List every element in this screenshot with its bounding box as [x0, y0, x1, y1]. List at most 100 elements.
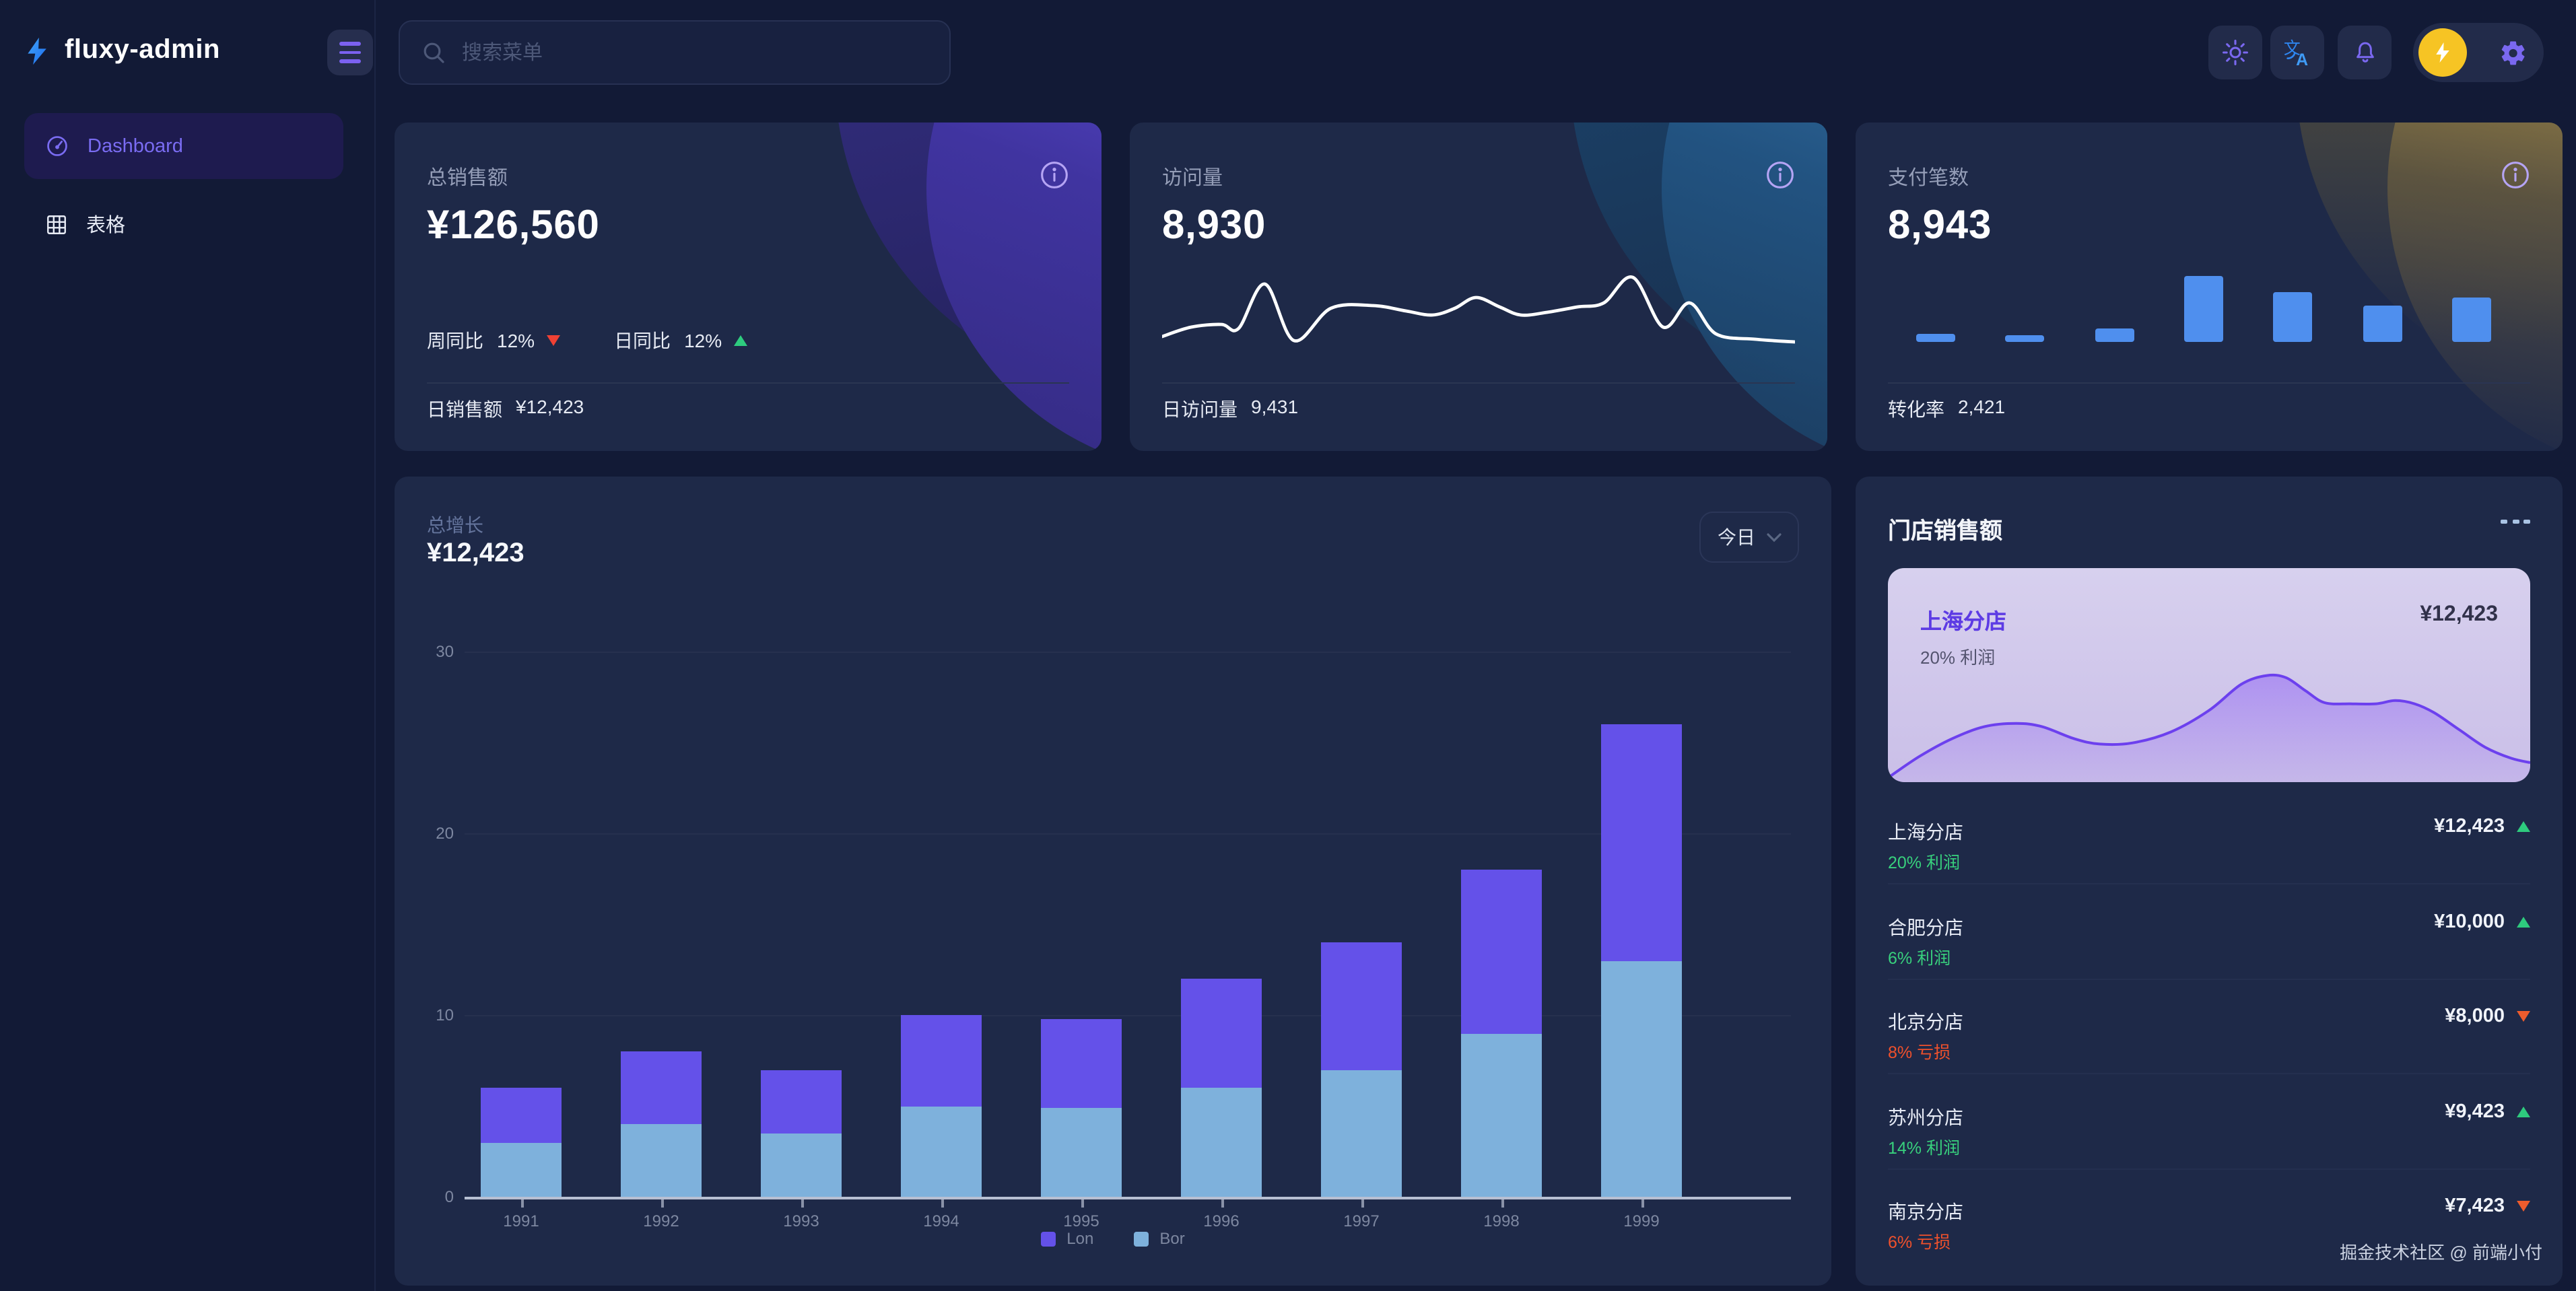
sidebar-item-label: Dashboard: [88, 135, 183, 157]
card-value: ¥126,560: [427, 203, 600, 249]
info-icon[interactable]: [1040, 160, 1069, 190]
bar-segment-bor: [901, 1106, 982, 1197]
mini-bar: [2273, 292, 2312, 342]
sidebar-item-dashboard[interactable]: Dashboard: [24, 113, 343, 179]
search-icon: [421, 40, 446, 65]
day-compare-label: 日同比: [614, 327, 671, 354]
trend-icon: [2517, 917, 2530, 928]
x-axis-tick: [1361, 1199, 1363, 1208]
day-compare-value: 12%: [684, 330, 722, 351]
brand-logo: fluxy-admin: [23, 35, 220, 66]
mini-bar: [2363, 305, 2402, 342]
x-axis-tick: [661, 1199, 663, 1208]
divider: [1888, 1168, 2530, 1170]
chart-legend: Lon Bor: [395, 1229, 1831, 1248]
featured-store-profit: 20% 利润: [1920, 643, 1995, 669]
featured-area-chart: [1888, 652, 2530, 782]
x-axis-tick-label: 1995: [1063, 1212, 1099, 1230]
store-name: 上海分店: [1888, 821, 1963, 843]
growth-title: 总增长: [427, 512, 483, 538]
sun-icon: [2221, 38, 2250, 67]
x-axis-line: [465, 1197, 1791, 1199]
date-range-dropdown[interactable]: 今日: [1699, 512, 1799, 563]
bar-segment-lon: [621, 1051, 702, 1124]
card-value: 8,943: [1888, 203, 1992, 249]
comparison-stats: 周同比 12% 日同比 12%: [427, 327, 747, 354]
menu-icon: [339, 42, 361, 46]
y-axis-tick-label: 30: [405, 642, 454, 661]
store-note: 14% 利润: [1888, 1133, 1960, 1159]
x-axis-tick-label: 1992: [643, 1212, 679, 1230]
store-list-item: 上海分店 ¥12,423 20% 利润: [1888, 818, 2530, 883]
more-options-icon[interactable]: [2501, 520, 2530, 523]
svg-text:A: A: [2295, 50, 2307, 68]
language-button[interactable]: 文 A: [2270, 26, 2324, 79]
mini-bar: [2452, 298, 2491, 342]
card-title: 支付笔数: [1888, 163, 1969, 191]
divider: [1888, 1073, 2530, 1074]
divider: [1888, 382, 2530, 384]
theme-toggle-button[interactable]: [2208, 26, 2262, 79]
sidebar-divider: [374, 0, 376, 1291]
bar-segment-bor: [621, 1124, 702, 1197]
divider: [427, 382, 1069, 384]
store-list-item: 合肥分店 ¥10,000 6% 利润: [1888, 914, 2530, 979]
divider: [1888, 979, 2530, 980]
avatar[interactable]: [2418, 28, 2467, 77]
gear-icon[interactable]: [2499, 38, 2528, 67]
store-note: 6% 亏损: [1888, 1228, 1951, 1253]
payments-card: 支付笔数 8,943 转化率 2,421: [1856, 123, 2563, 451]
panel-title: 门店销售额: [1888, 512, 2002, 545]
bar-segment-lon: [761, 1070, 842, 1133]
lightning-avatar-icon: [2431, 40, 2455, 65]
x-axis-tick-label: 1996: [1203, 1212, 1239, 1230]
bar-segment-lon: [1601, 724, 1682, 961]
card-footer-label: 日销售额: [427, 396, 502, 423]
user-settings-pill: [2413, 23, 2544, 82]
bar-segment-lon: [1461, 870, 1542, 1033]
visits-card: 访问量 8,930 日访问量 9,431: [1130, 123, 1827, 451]
store-note: 20% 利润: [1888, 848, 1960, 874]
x-axis-tick: [941, 1199, 943, 1208]
bar-segment-bor: [481, 1142, 562, 1197]
card-footer-value: ¥12,423: [516, 396, 584, 423]
info-icon[interactable]: [2501, 160, 2530, 190]
bar-segment-bor: [1181, 1088, 1262, 1197]
notifications-button[interactable]: [2338, 26, 2392, 79]
mini-bar: [1916, 333, 1955, 342]
x-axis-tick: [521, 1199, 523, 1208]
x-axis-tick-label: 1991: [503, 1212, 539, 1230]
divider: [1888, 883, 2530, 884]
bar-segment-bor: [761, 1133, 842, 1197]
search-bar: [399, 20, 951, 85]
legend-item-bor[interactable]: Bor: [1134, 1229, 1184, 1248]
date-range-label: 今日: [1718, 524, 1755, 551]
search-input[interactable]: [459, 40, 928, 65]
card-footer-label: 转化率: [1888, 396, 1944, 423]
bar-segment-lon: [1181, 979, 1262, 1088]
grid-line: [465, 652, 1791, 653]
x-axis-tick: [1641, 1199, 1643, 1208]
sidebar-item-table[interactable]: 表格: [24, 191, 343, 257]
bar-segment-bor: [1461, 1033, 1542, 1197]
growth-amount: ¥12,423: [427, 538, 524, 569]
mini-bar: [2095, 328, 2134, 342]
card-value: 8,930: [1162, 203, 1266, 249]
x-axis-tick-label: 1998: [1483, 1212, 1519, 1230]
chevron-down-icon: [1766, 532, 1781, 542]
store-list-item: 苏州分店 ¥9,423 14% 利润: [1888, 1104, 2530, 1168]
menu-toggle-button[interactable]: [327, 30, 373, 75]
trend-icon: [2517, 1107, 2530, 1117]
x-axis-tick: [1501, 1199, 1503, 1208]
store-value: ¥9,423: [2445, 1101, 2505, 1123]
card-footer-value: 2,421: [1958, 396, 2005, 423]
bell-icon: [2350, 38, 2379, 67]
x-axis-tick-label: 1993: [783, 1212, 819, 1230]
trend-icon: [2517, 821, 2530, 832]
store-value: ¥7,423: [2445, 1195, 2505, 1217]
legend-item-lon[interactable]: Lon: [1041, 1229, 1093, 1248]
translate-icon: 文 A: [2282, 37, 2313, 68]
info-icon[interactable]: [1765, 160, 1795, 190]
featured-store-value: ¥12,423: [2420, 603, 2498, 627]
week-compare-label: 周同比: [427, 327, 483, 354]
